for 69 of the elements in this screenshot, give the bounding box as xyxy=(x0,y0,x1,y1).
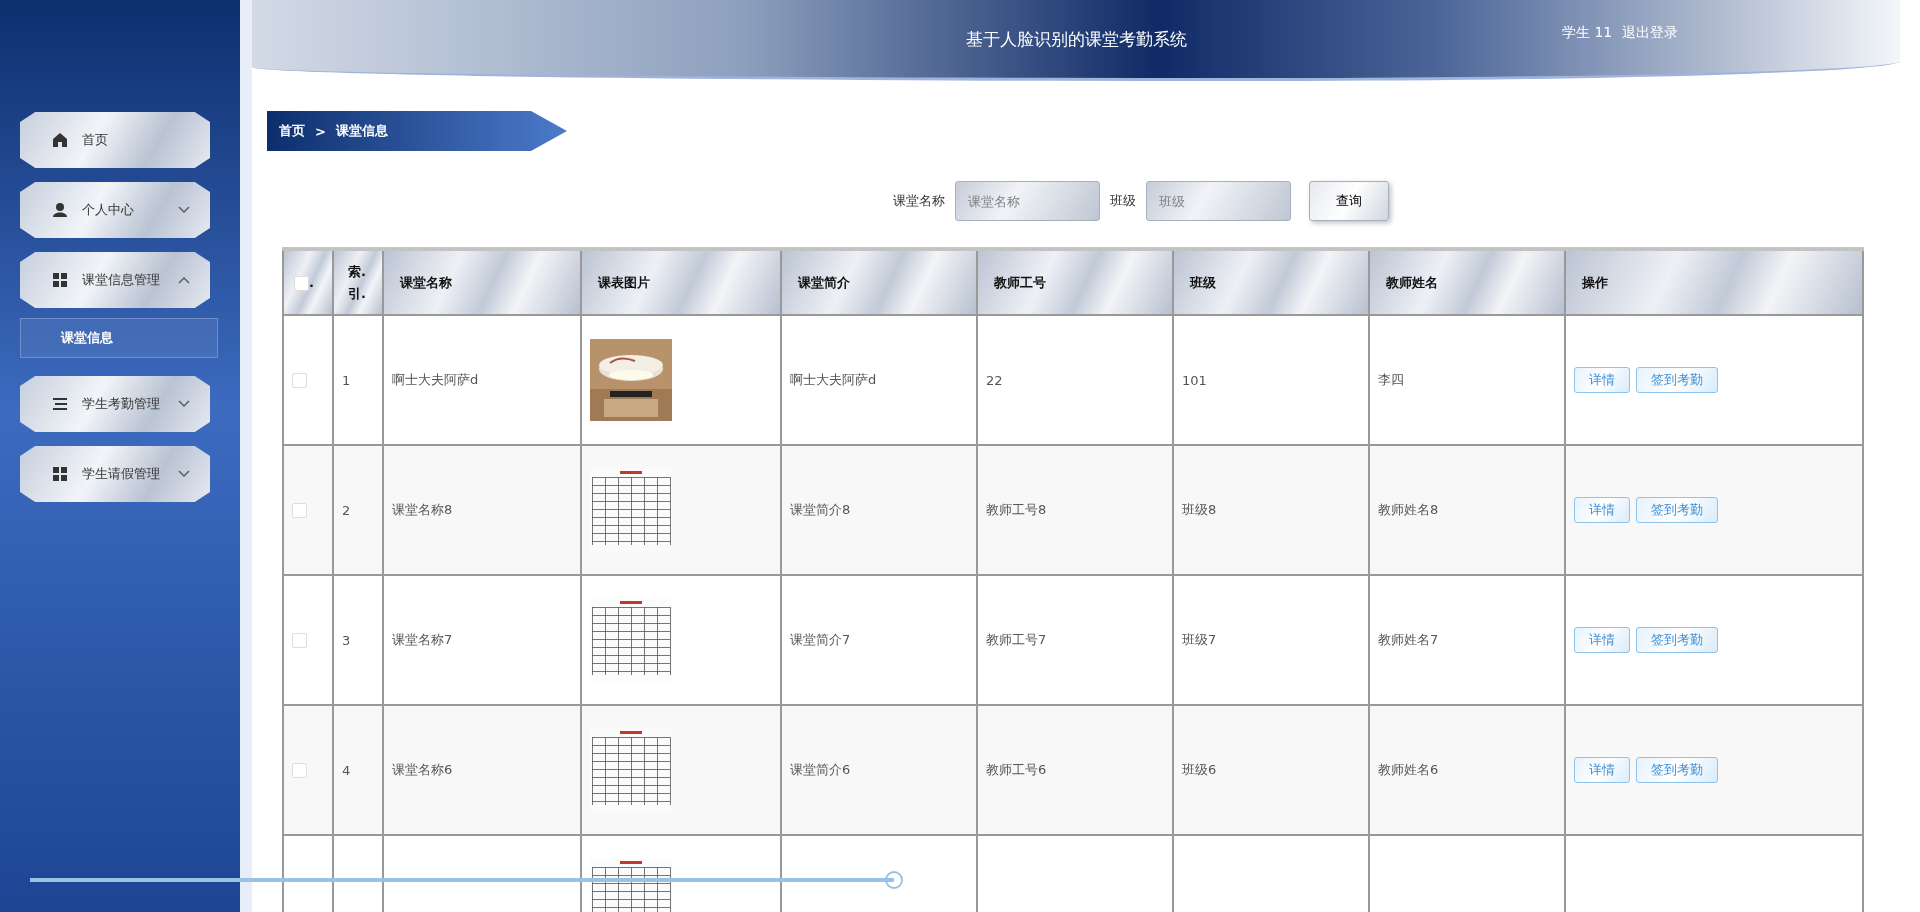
column-header: 课堂简介 xyxy=(781,249,977,315)
action-button[interactable]: 签到考勤 xyxy=(1636,627,1718,653)
row-checkbox[interactable] xyxy=(292,762,307,778)
grid-icon xyxy=(52,466,68,482)
table-cell: 教师姓名8 xyxy=(1378,502,1439,517)
column-header: 课表图片 xyxy=(581,249,781,315)
menu-item[interactable]: 学生考勤管理 xyxy=(20,376,210,432)
table-cell: 教师姓名7 xyxy=(1378,632,1439,647)
column-header: 操作 xyxy=(1565,249,1863,315)
table-cell: 课堂名称6 xyxy=(392,762,453,777)
header-text: . xyxy=(309,274,314,290)
menu-item[interactable]: 课堂信息管理 xyxy=(20,252,210,308)
menu-item[interactable]: 学生请假管理 xyxy=(20,446,210,502)
table-cell: 啊士大夫阿萨d xyxy=(392,372,479,387)
menu-item[interactable]: 首页 xyxy=(20,112,210,168)
table-cell: 3 xyxy=(342,632,351,648)
column-header: 班级 xyxy=(1173,249,1369,315)
table-cell: 4 xyxy=(342,762,351,778)
field-label: 班级 xyxy=(1110,192,1136,210)
table-cell: 101 xyxy=(1182,372,1207,388)
column-header: 教师姓名 xyxy=(1369,249,1565,315)
table-cell: 教师工号8 xyxy=(986,502,1047,517)
menu-icon xyxy=(52,396,68,412)
search-field[interactable]: 班级 xyxy=(1146,181,1291,221)
table-cell: 啊士大夫阿萨d xyxy=(790,372,877,387)
table-cell: 1 xyxy=(342,372,351,388)
menu-item[interactable]: 个人中心 xyxy=(20,182,210,238)
row-checkbox[interactable] xyxy=(292,372,307,388)
table-cell: 班级8 xyxy=(1182,502,1217,517)
table-cell: 教师工号7 xyxy=(986,632,1047,647)
column-header: 索.引. xyxy=(333,249,383,315)
column-header: 教师工号 xyxy=(977,249,1173,315)
table-cell: 教师工号6 xyxy=(986,762,1047,777)
row-checkbox[interactable] xyxy=(292,502,307,518)
row-checkbox[interactable] xyxy=(292,632,307,648)
table-cell: 班级7 xyxy=(1182,632,1217,647)
action-button[interactable]: 详情 xyxy=(1574,497,1630,523)
submenu-item[interactable]: 课堂信息 xyxy=(20,318,218,358)
table-cell: 课堂简介6 xyxy=(790,762,851,777)
user-name: 学生 11 xyxy=(1562,24,1613,42)
field-label: 课堂名称 xyxy=(893,192,945,210)
table-cell: 课堂名称7 xyxy=(392,632,453,647)
select-all-checkbox[interactable] xyxy=(294,275,309,291)
action-button[interactable]: 详情 xyxy=(1574,367,1630,393)
breadcrumb-current: 课堂信息 xyxy=(335,122,388,140)
logout-link[interactable]: 退出登录 xyxy=(1622,24,1679,42)
table-cell: 22 xyxy=(986,372,1003,388)
breadcrumb-separator: > xyxy=(315,123,326,139)
user-icon xyxy=(52,202,68,218)
grid-icon xyxy=(52,272,68,288)
search-button[interactable]: 查询 xyxy=(1309,181,1389,221)
action-button[interactable]: 详情 xyxy=(1574,757,1630,783)
table-cell: 课堂简介7 xyxy=(790,632,851,647)
table-cell: 课堂名称8 xyxy=(392,502,453,517)
table-cell: 李四 xyxy=(1378,372,1404,387)
progress-handle[interactable] xyxy=(885,871,903,889)
breadcrumb-link[interactable]: 首页 xyxy=(279,122,305,140)
action-button[interactable]: 详情 xyxy=(1574,627,1630,653)
table-cell: 教师姓名6 xyxy=(1378,762,1439,777)
table-cell: 课堂简介8 xyxy=(790,502,851,517)
table-cell: 班级6 xyxy=(1182,762,1217,777)
action-button[interactable]: 签到考勤 xyxy=(1636,757,1718,783)
column-header: 课堂名称 xyxy=(383,249,581,315)
action-button[interactable]: 签到考勤 xyxy=(1636,497,1718,523)
home-icon xyxy=(52,132,68,148)
table-cell: 2 xyxy=(342,502,351,518)
app-title: 基于人脸识别的课堂考勤系统 xyxy=(965,27,1187,51)
search-field[interactable]: 课堂名称 xyxy=(955,181,1100,221)
action-button[interactable]: 签到考勤 xyxy=(1636,367,1718,393)
